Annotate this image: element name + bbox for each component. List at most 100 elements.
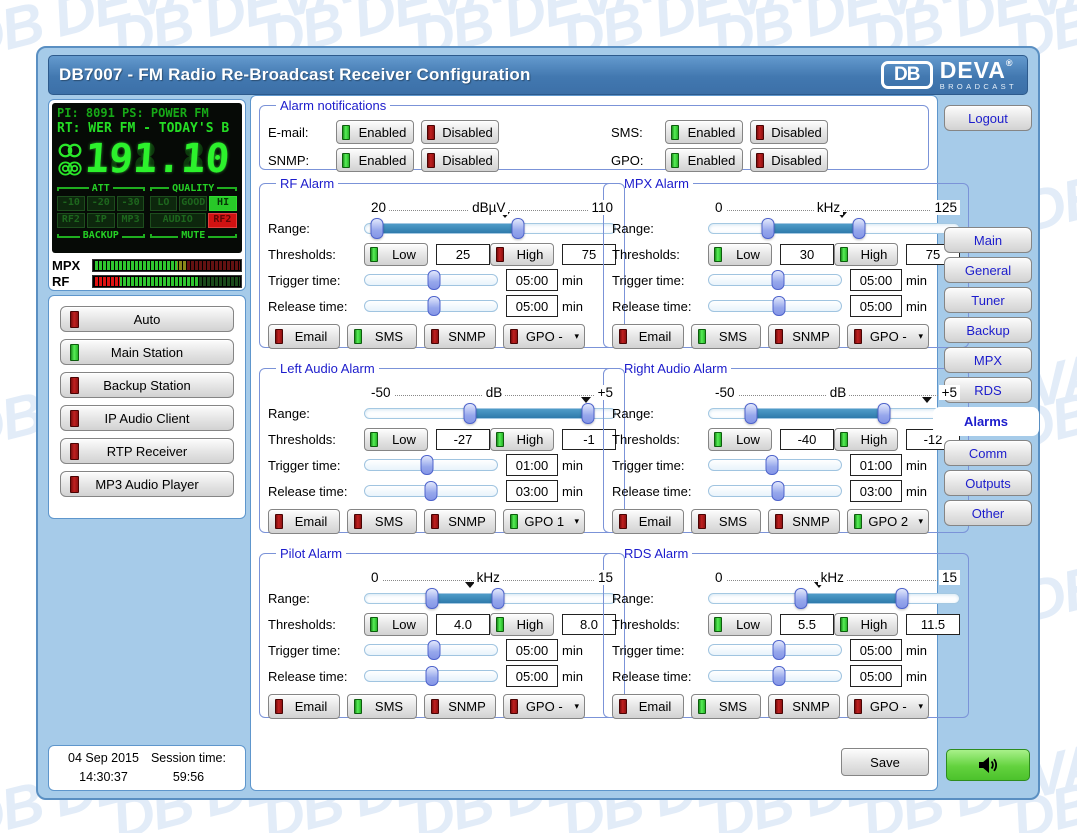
- high-threshold-input[interactable]: [906, 614, 960, 635]
- tab-mpx[interactable]: MPX: [944, 347, 1032, 373]
- snmp-notify-button[interactable]: SNMP: [768, 694, 840, 719]
- release-time-handle[interactable]: [425, 481, 438, 501]
- snmp-notify-button[interactable]: SNMP: [424, 694, 496, 719]
- release-time-handle[interactable]: [427, 296, 440, 316]
- trigger-time-slider[interactable]: [708, 639, 842, 661]
- high-threshold-button[interactable]: High: [490, 613, 554, 636]
- release-time-input[interactable]: [506, 665, 558, 687]
- email-notify-button[interactable]: Email: [268, 694, 340, 719]
- low-threshold-input[interactable]: [780, 244, 834, 265]
- range-low-handle[interactable]: [795, 588, 808, 609]
- trigger-time-input[interactable]: [850, 454, 902, 476]
- email-notify-button[interactable]: Email: [268, 324, 340, 349]
- range-slider[interactable]: [708, 217, 960, 239]
- snmp-notify-button[interactable]: SNMP: [424, 509, 496, 534]
- station-button-ip-audio-client[interactable]: IP Audio Client: [60, 405, 234, 431]
- tab-general[interactable]: General: [944, 257, 1032, 283]
- snmp-notify-button[interactable]: SNMP: [424, 324, 496, 349]
- range-low-handle[interactable]: [762, 218, 775, 239]
- logout-button[interactable]: Logout: [944, 105, 1032, 131]
- trigger-time-handle[interactable]: [771, 270, 784, 290]
- trigger-time-input[interactable]: [506, 454, 558, 476]
- audio-monitor-button[interactable]: [946, 749, 1030, 781]
- release-time-slider[interactable]: [708, 480, 842, 502]
- trigger-time-handle[interactable]: [427, 640, 440, 660]
- disabled-button[interactable]: Disabled: [421, 148, 499, 172]
- sms-notify-button[interactable]: SMS: [347, 694, 417, 719]
- save-button[interactable]: Save: [841, 748, 929, 776]
- release-time-input[interactable]: [850, 295, 902, 317]
- email-notify-button[interactable]: Email: [612, 324, 684, 349]
- email-notify-button[interactable]: Email: [612, 694, 684, 719]
- sms-notify-button[interactable]: SMS: [347, 324, 417, 349]
- sms-notify-button[interactable]: SMS: [691, 324, 761, 349]
- low-threshold-input[interactable]: [436, 429, 490, 450]
- email-notify-button[interactable]: Email: [268, 509, 340, 534]
- snmp-notify-button[interactable]: SNMP: [768, 509, 840, 534]
- enabled-button[interactable]: Enabled: [665, 148, 743, 172]
- low-threshold-button[interactable]: Low: [364, 428, 428, 451]
- email-notify-button[interactable]: Email: [612, 509, 684, 534]
- gpo-select-dropdown[interactable]: GPO - ▾: [847, 694, 929, 719]
- high-threshold-button[interactable]: High: [834, 613, 898, 636]
- sms-notify-button[interactable]: SMS: [347, 509, 417, 534]
- low-threshold-button[interactable]: Low: [708, 428, 772, 451]
- trigger-time-input[interactable]: [506, 269, 558, 291]
- gpo-select-dropdown[interactable]: GPO - ▾: [847, 324, 929, 349]
- range-low-handle[interactable]: [426, 588, 439, 609]
- release-time-handle[interactable]: [773, 296, 786, 316]
- tab-comm[interactable]: Comm: [944, 440, 1032, 466]
- release-time-slider[interactable]: [708, 665, 842, 687]
- low-threshold-input[interactable]: [436, 244, 490, 265]
- tab-main[interactable]: Main: [944, 227, 1032, 253]
- gpo-select-dropdown[interactable]: GPO - ▾: [503, 694, 585, 719]
- range-slider[interactable]: [708, 587, 960, 609]
- enabled-button[interactable]: Enabled: [336, 148, 414, 172]
- range-high-handle[interactable]: [491, 588, 504, 609]
- low-threshold-input[interactable]: [780, 614, 834, 635]
- release-time-slider[interactable]: [364, 295, 498, 317]
- station-button-auto[interactable]: Auto: [60, 306, 234, 332]
- tab-backup[interactable]: Backup: [944, 317, 1032, 343]
- release-time-input[interactable]: [506, 480, 558, 502]
- trigger-time-slider[interactable]: [364, 639, 498, 661]
- trigger-time-handle[interactable]: [766, 455, 779, 475]
- sms-notify-button[interactable]: SMS: [691, 509, 761, 534]
- range-low-handle[interactable]: [744, 403, 757, 424]
- trigger-time-slider[interactable]: [364, 269, 498, 291]
- snmp-notify-button[interactable]: SNMP: [768, 324, 840, 349]
- release-time-handle[interactable]: [773, 666, 786, 686]
- tab-other[interactable]: Other: [944, 500, 1032, 526]
- disabled-button[interactable]: Disabled: [750, 148, 828, 172]
- trigger-time-slider[interactable]: [708, 454, 842, 476]
- trigger-time-slider[interactable]: [708, 269, 842, 291]
- range-slider[interactable]: [364, 217, 616, 239]
- range-slider[interactable]: [364, 587, 616, 609]
- low-threshold-button[interactable]: Low: [708, 613, 772, 636]
- tab-tuner[interactable]: Tuner: [944, 287, 1032, 313]
- trigger-time-handle[interactable]: [420, 455, 433, 475]
- high-threshold-button[interactable]: High: [490, 428, 554, 451]
- trigger-time-slider[interactable]: [364, 454, 498, 476]
- range-low-handle[interactable]: [463, 403, 476, 424]
- trigger-time-input[interactable]: [850, 269, 902, 291]
- release-time-input[interactable]: [850, 665, 902, 687]
- release-time-slider[interactable]: [708, 295, 842, 317]
- range-high-handle[interactable]: [878, 403, 891, 424]
- release-time-input[interactable]: [506, 295, 558, 317]
- range-high-handle[interactable]: [896, 588, 909, 609]
- disabled-button[interactable]: Disabled: [421, 120, 499, 144]
- low-threshold-input[interactable]: [780, 429, 834, 450]
- station-button-backup-station[interactable]: Backup Station: [60, 372, 234, 398]
- trigger-time-input[interactable]: [506, 639, 558, 661]
- range-high-handle[interactable]: [511, 218, 524, 239]
- release-time-input[interactable]: [850, 480, 902, 502]
- release-time-handle[interactable]: [426, 666, 439, 686]
- high-threshold-button[interactable]: High: [834, 428, 898, 451]
- enabled-button[interactable]: Enabled: [336, 120, 414, 144]
- release-time-slider[interactable]: [364, 480, 498, 502]
- low-threshold-button[interactable]: Low: [364, 613, 428, 636]
- release-time-slider[interactable]: [364, 665, 498, 687]
- range-high-handle[interactable]: [582, 403, 595, 424]
- station-button-main-station[interactable]: Main Station: [60, 339, 234, 365]
